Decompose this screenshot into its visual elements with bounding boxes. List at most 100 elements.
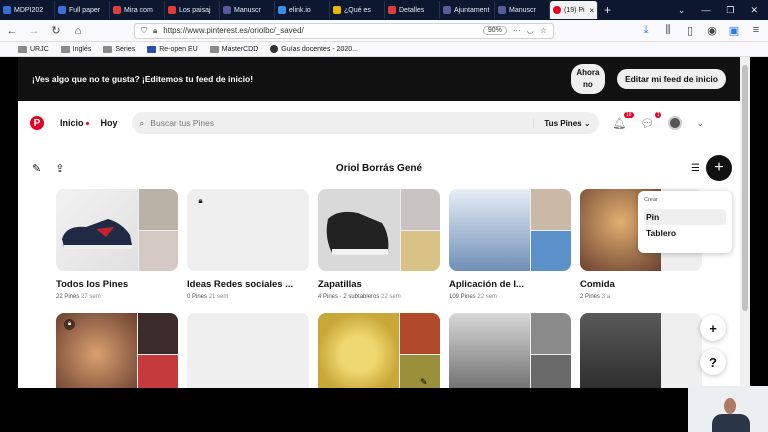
notifications-bell-icon[interactable]: 🔔︎ 18: [613, 111, 634, 130]
thumbnail: [401, 189, 440, 230]
menu-icon[interactable]: ≡: [750, 24, 762, 37]
zoom-level[interactable]: 90%: [482, 26, 507, 35]
lock-icon: 🔒︎: [198, 195, 203, 205]
bookmark-reopen-eu[interactable]: Re-open EU: [147, 45, 198, 53]
bookmark-guias[interactable]: Guías docentes - 2020...: [270, 45, 358, 53]
search-placeholder: Buscar tus Pines: [150, 118, 215, 128]
pinterest-header: P Inicio Hoy ⌕ Buscar tus Pines Tus Pine…: [18, 109, 740, 137]
board-title: Ideas Redes sociales ...: [187, 279, 294, 290]
lock-icon[interactable]: 🔒︎: [153, 26, 157, 36]
account-icon[interactable]: ◉: [706, 24, 718, 37]
globe-icon: [270, 45, 279, 53]
maximize-icon[interactable]: ❐: [726, 5, 734, 16]
pinterest-logo-icon[interactable]: P: [30, 116, 44, 130]
bookmark-series[interactable]: Series: [103, 45, 135, 53]
folder-icon: [18, 45, 27, 53]
create-dropdown: Crear Pin Tablero: [638, 191, 732, 253]
browser-tab[interactable]: Manuscr: [220, 1, 275, 19]
nav-home[interactable]: Inicio: [60, 118, 89, 128]
feed-banner: ¡Ves algo que no te gusta? ¡Editemos tu …: [18, 57, 740, 101]
search-scope-dropdown[interactable]: Tus Pines ⌄: [533, 118, 591, 128]
board-title: Todos los Pines: [56, 279, 129, 290]
new-tab-button[interactable]: +: [604, 3, 611, 17]
board-card[interactable]: 🔒︎ Ideas Redes sociales ... 0 Pines 21 s…: [187, 189, 309, 300]
bookmark-urjc[interactable]: URJC: [18, 45, 49, 53]
chevron-down-icon[interactable]: ⌄: [678, 5, 686, 16]
browser-tab[interactable]: Los paisaj: [165, 1, 220, 19]
tab-favicon-icon: [333, 6, 341, 14]
board-cover: [318, 189, 440, 271]
create-pin-option[interactable]: Pin: [644, 209, 726, 225]
folder-icon: [209, 45, 219, 53]
forward-arrow-icon[interactable]: →: [28, 25, 40, 37]
cover-image: [318, 313, 400, 388]
board-title: Aplicación de I...: [449, 279, 524, 290]
page-content: ¡Ves algo que no te gusta? ¡Editemos tu …: [18, 57, 740, 388]
board-card[interactable]: Todos los Pines 22 Pines 27 sem: [56, 189, 178, 300]
home-icon[interactable]: ⌂: [72, 25, 84, 37]
page-actions-icon[interactable]: ···: [513, 26, 521, 35]
not-now-button[interactable]: Ahora no: [570, 64, 605, 94]
browser-tab-active[interactable]: (19) Pi ×: [550, 1, 598, 19]
thumbnail: [531, 313, 571, 354]
thumbnail: [531, 230, 571, 271]
nav-today[interactable]: Hoy: [101, 118, 118, 128]
board-card[interactable]: 🔒︎: [56, 313, 178, 388]
download-icon[interactable]: ⤓: [640, 24, 652, 37]
profile-name: Oriol Borrás Gené: [335, 162, 423, 174]
board-meta: 2 Pines 3 a: [580, 294, 611, 300]
browser-tab-bar: MDPI202 Full paper Mira com Los paisaj M…: [0, 0, 768, 20]
scrollbar-thumb[interactable]: [742, 65, 748, 311]
reload-icon[interactable]: ↻: [50, 24, 62, 37]
browser-tab[interactable]: Mira com: [110, 1, 165, 19]
sidebar-icon[interactable]: ▯: [684, 24, 696, 37]
address-bar[interactable]: ⛉ 🔒︎ https://www.pinterest.es/oriolbc/_s…: [134, 22, 554, 39]
minimize-icon[interactable]: —: [701, 5, 710, 16]
board-card[interactable]: [449, 313, 571, 388]
browser-tab[interactable]: Manuscr: [495, 1, 550, 19]
board-card[interactable]: Aplicación de I... 109 Pines 22 sem: [449, 189, 571, 300]
star-bookmark-icon[interactable]: ☆: [540, 26, 547, 35]
bookmark-ingles[interactable]: Inglés: [60, 45, 91, 53]
extension-icon[interactable]: ▣: [728, 24, 740, 37]
browser-tab[interactable]: elink.io: [275, 1, 330, 19]
floating-help-button[interactable]: ?: [700, 349, 726, 375]
avatar[interactable]: [668, 116, 683, 130]
back-arrow-icon[interactable]: ←: [6, 25, 18, 37]
folder-icon: [60, 45, 70, 53]
cover-thumbnails: [531, 313, 571, 388]
cover-thumbnails: [662, 313, 702, 388]
create-plus-button[interactable]: +: [706, 155, 732, 181]
edit-pencil-icon[interactable]: ✎: [420, 377, 428, 388]
thumbnail: [662, 354, 702, 388]
cover-image: [318, 189, 400, 271]
bookmark-mastercdd[interactable]: MasterCDD: [209, 45, 258, 53]
floating-add-button[interactable]: +: [700, 315, 726, 341]
board-card[interactable]: ✎: [318, 313, 440, 388]
filter-sliders-icon[interactable]: ☰: [691, 163, 700, 174]
close-window-icon[interactable]: ✕: [750, 5, 758, 16]
library-icon[interactable]: ⫼: [662, 24, 674, 37]
chevron-down-icon[interactable]: ⌄: [696, 118, 704, 129]
board-cover: ✎: [318, 313, 440, 388]
pinterest-favicon-icon: [553, 6, 561, 14]
browser-tab[interactable]: Ajuntament: [440, 1, 495, 19]
browser-tab[interactable]: Detalles: [385, 1, 440, 19]
create-board-option[interactable]: Tablero: [644, 225, 726, 241]
messages-icon[interactable]: 💬︎ 1: [641, 111, 662, 130]
page-scrollbar[interactable]: [740, 57, 750, 388]
browser-tab[interactable]: Full paper: [55, 1, 110, 19]
browser-tab[interactable]: ¿Qué es: [330, 1, 385, 19]
board-card[interactable]: Zapatillas 4 Pines · 2 subtableros 22 se…: [318, 189, 440, 300]
board-meta: 22 Pines 27 sem: [56, 294, 101, 300]
board-card[interactable]: [187, 313, 309, 388]
messages-badge: 1: [654, 111, 662, 118]
pocket-icon[interactable]: ◡: [527, 26, 534, 35]
edit-feed-button[interactable]: Editar mi feed de inicio: [616, 69, 726, 89]
shield-icon[interactable]: ⛉: [141, 26, 147, 36]
board-card[interactable]: [580, 313, 702, 388]
search-input[interactable]: ⌕ Buscar tus Pines Tus Pines ⌄: [131, 112, 599, 134]
tab-favicon-icon: [498, 6, 506, 14]
close-tab-icon[interactable]: ×: [589, 6, 594, 15]
browser-tab[interactable]: MDPI202: [0, 1, 55, 19]
